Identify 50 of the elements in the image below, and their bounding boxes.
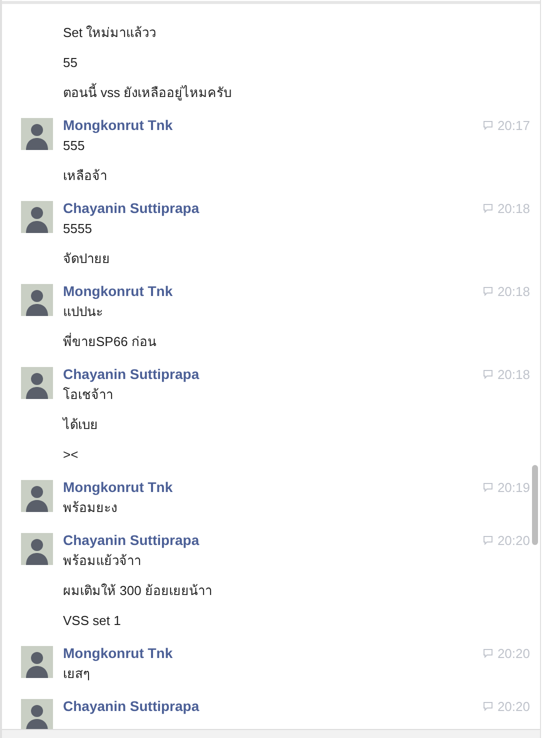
avatar-photo-placeholder: [21, 284, 53, 316]
avatar-photo-placeholder: [21, 699, 53, 729]
sender-name[interactable]: Mongkonrut Tnk: [63, 283, 173, 299]
sender-name[interactable]: Chayanin Suttiprapa: [63, 200, 200, 216]
message-text: ตอนนี้ vss ยังเหลืออยู่ไหมครับ: [63, 85, 232, 100]
message-text: Set ใหม่มาแล้วว: [63, 25, 156, 40]
message-text: VSS set 1: [63, 613, 121, 628]
message-time: 20:17: [497, 118, 530, 132]
message-text: พร้อมแย้วจ้าา: [63, 553, 141, 568]
message-time: 20:19: [497, 480, 530, 494]
message-text: จัดปายย: [63, 251, 110, 266]
speech-bubble-icon: [483, 648, 494, 658]
message-time: 20:20: [497, 532, 530, 548]
avatar-photo-placeholder: [21, 646, 53, 678]
speech-bubble-icon: [483, 701, 494, 711]
message-text: เหลือจ้า: [63, 168, 107, 183]
message-text: พร้อมยะง: [63, 500, 117, 515]
speech-bubble-icon: [483, 203, 494, 213]
speech-bubble-icon: [483, 535, 494, 545]
message-text: พี่ขายSP66 ก่อน: [63, 334, 156, 349]
scrollbar-thumb[interactable]: [532, 465, 538, 545]
sender-name[interactable]: Chayanin Suttiprapa: [63, 532, 200, 548]
sender-name[interactable]: Mongkonrut Tnk: [63, 117, 173, 133]
speech-bubble-icon: [483, 286, 494, 296]
message-time: 20:20: [497, 698, 530, 714]
avatar-photo-placeholder: [21, 118, 53, 150]
message-text: 5555: [63, 221, 92, 236]
speech-bubble-icon: [483, 369, 494, 379]
message-text: ><: [63, 447, 78, 462]
message-text: แปปนะ: [63, 304, 103, 319]
message-text: ได้เบย: [63, 417, 98, 432]
sender-name[interactable]: Mongkonrut Tnk: [63, 645, 173, 661]
message-text: โอเชจ้าา: [63, 387, 113, 402]
message-time: 20:18: [497, 284, 530, 298]
speech-bubble-icon: [483, 120, 494, 130]
avatar-photo-placeholder: [21, 201, 53, 233]
message-text: ผมเติมให้ 300 ย้อยเยยน้าา: [63, 583, 212, 598]
message-text: 555: [63, 138, 85, 153]
message-time: 20:20: [497, 646, 530, 660]
sender-name[interactable]: Chayanin Suttiprapa: [63, 698, 200, 714]
message-time: 20:18: [497, 366, 530, 382]
avatar-photo-placeholder: [21, 367, 53, 399]
message-text: 55: [63, 55, 78, 70]
message-time: 20:18: [497, 200, 530, 216]
speech-bubble-icon: [483, 482, 494, 492]
sender-name[interactable]: Chayanin Suttiprapa: [63, 366, 200, 382]
message-text: เยสๆ: [63, 666, 90, 681]
avatar-photo-placeholder: [21, 533, 53, 565]
avatar-photo-placeholder: [21, 480, 53, 512]
sender-name[interactable]: Mongkonrut Tnk: [63, 479, 173, 495]
